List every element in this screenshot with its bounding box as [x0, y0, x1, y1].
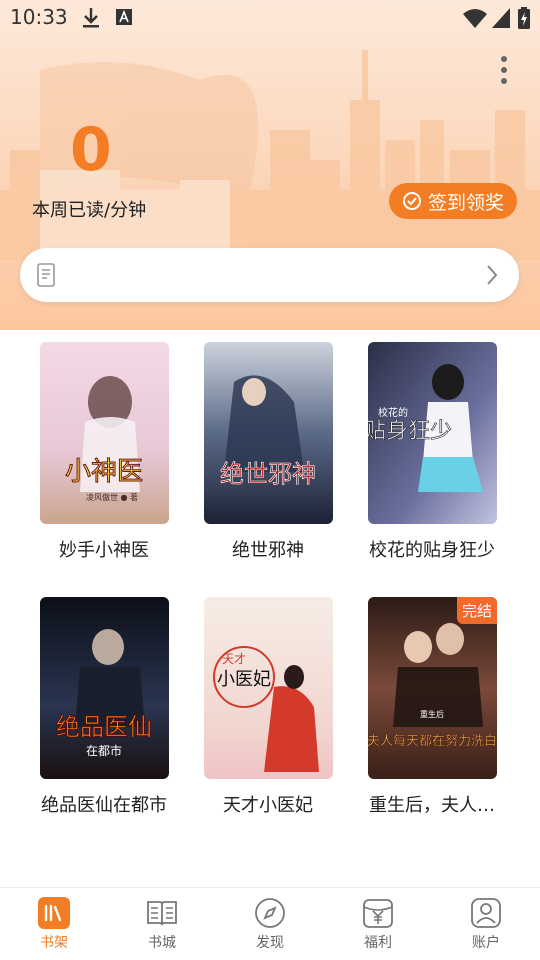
- status-bar: 10:33: [0, 0, 540, 38]
- cover-title: 小医妃: [217, 669, 271, 690]
- more-dot-icon: [501, 78, 507, 84]
- signal-icon: [492, 8, 510, 28]
- book-title: 绝世邪神: [232, 540, 304, 561]
- checkin-label: 签到领奖: [427, 191, 504, 214]
- checkin-reward-button[interactable]: 签到领奖: [389, 183, 517, 219]
- cover-title: 贴身狂少: [368, 419, 452, 444]
- cover-subtitle: 在都市: [86, 743, 122, 758]
- tab-label: 账户: [472, 935, 500, 951]
- battery-charging-icon: [518, 7, 530, 29]
- cover-subtitle: 校花的: [378, 406, 408, 419]
- status-time: 10:33: [10, 5, 68, 29]
- cover-title: 绝品医仙: [56, 713, 152, 741]
- book-cover: 校花的 贴身狂少: [368, 342, 497, 524]
- tab-account[interactable]: 账户: [446, 888, 526, 960]
- cover-subtitle: 重生后: [420, 709, 444, 719]
- book-title: 校花的贴身狂少: [369, 540, 495, 561]
- cover-title: 绝世邪神: [220, 460, 316, 488]
- book-cover: 重生后 夫人每天都在努力洗白 完结: [368, 597, 497, 779]
- chevron-right-icon: [487, 265, 498, 285]
- wifi-icon: [463, 9, 487, 28]
- book-title: 绝品医仙在都市: [41, 795, 167, 816]
- tab-label: 书城: [148, 935, 176, 951]
- tab-discover[interactable]: 发现: [230, 888, 310, 960]
- book-cover: 绝品医仙 在都市: [40, 597, 169, 779]
- font-app-icon: [116, 9, 132, 25]
- cover-subtitle: 天才: [222, 652, 246, 666]
- book-open-icon: [147, 901, 177, 926]
- more-options-button[interactable]: [496, 56, 512, 90]
- tab-welfare[interactable]: 福利: [338, 888, 418, 960]
- cover-author: 凌风傲世 ● 著: [86, 492, 138, 502]
- bookshelf-icon: [38, 897, 70, 929]
- bottom-tab-bar: 书架 书城 发现 福利 账户: [0, 887, 540, 960]
- cover-title: 小神医: [65, 457, 143, 487]
- book-title: 重生后，夫人…: [369, 795, 495, 816]
- book-cover: 天才 小医妃: [204, 597, 333, 779]
- cover-title: 夫人每天都在努力洗白: [368, 733, 497, 749]
- book-cover: 小神医 凌风傲世 ● 著: [40, 342, 169, 524]
- document-icon: [37, 263, 55, 287]
- weekly-read-label: 本周已读/分钟: [32, 200, 147, 221]
- tab-label: 发现: [256, 935, 284, 951]
- tab-bookstore[interactable]: 书城: [122, 888, 202, 960]
- more-dot-icon: [501, 67, 507, 73]
- completed-badge: 完结: [456, 597, 497, 624]
- tab-bookshelf[interactable]: 书架: [14, 888, 94, 960]
- tab-label: 书架: [40, 935, 68, 951]
- weekly-read-minutes: 0: [70, 115, 112, 185]
- more-dot-icon: [501, 56, 507, 62]
- download-icon: [83, 8, 99, 28]
- check-circle-icon: [402, 192, 421, 210]
- book-title: 天才小医妃: [223, 795, 313, 816]
- book-title: 妙手小神医: [59, 540, 149, 561]
- user-icon: [471, 898, 501, 928]
- compass-icon: [255, 898, 285, 928]
- gift-yen-icon: [363, 899, 393, 928]
- book-cover: 绝世邪神: [204, 342, 333, 524]
- recent-reading-bar[interactable]: [20, 248, 519, 302]
- tab-label: 福利: [364, 935, 392, 951]
